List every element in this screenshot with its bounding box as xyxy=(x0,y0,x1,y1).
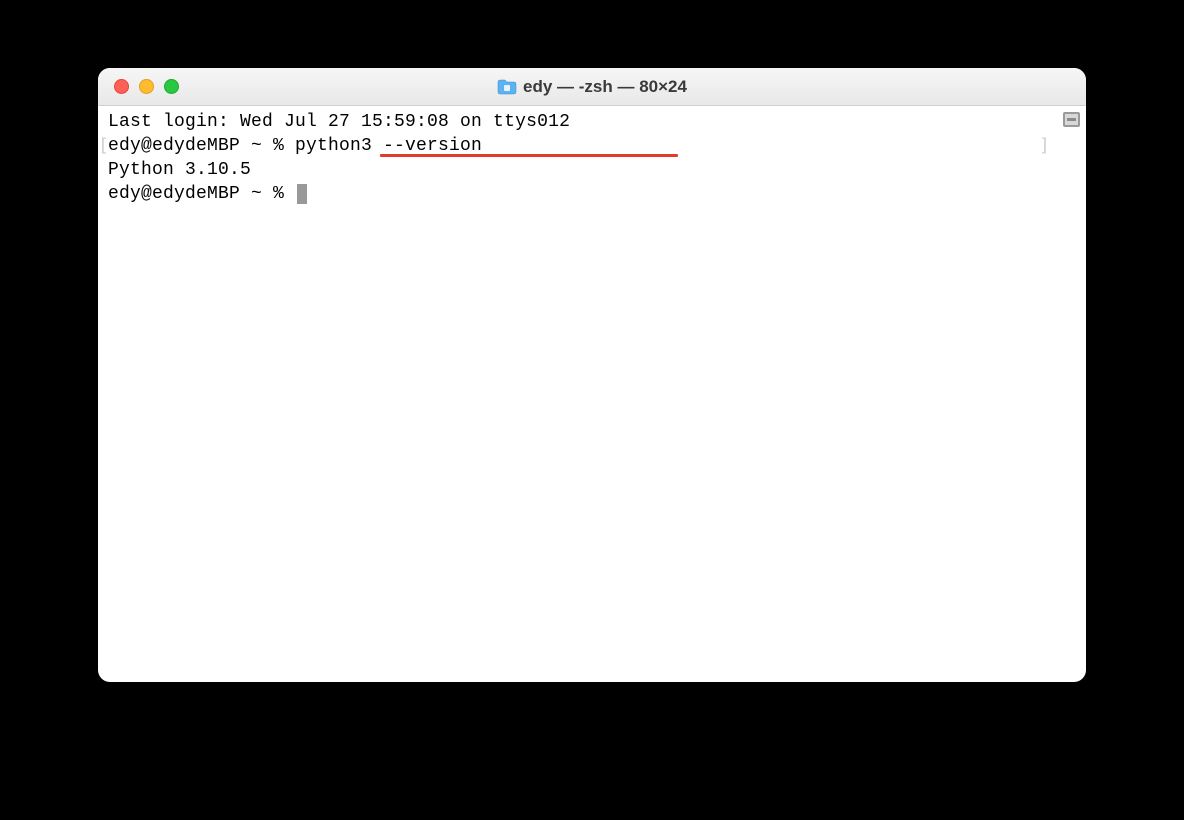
terminal-window: edy — -zsh — 80×24 [ ] Last login: Wed J… xyxy=(98,68,1086,682)
traffic-lights xyxy=(98,79,179,94)
command-line-2: edy@edydeMBP ~ % xyxy=(108,182,1076,206)
output-line-1: Python 3.10.5 xyxy=(108,158,1076,182)
cursor xyxy=(297,184,307,204)
close-button[interactable] xyxy=(114,79,129,94)
terminal-body[interactable]: [ ] Last login: Wed Jul 27 15:59:08 on t… xyxy=(98,106,1086,682)
prompt-2: edy@edydeMBP ~ % xyxy=(108,184,295,204)
prompt-1: edy@edydeMBP ~ % xyxy=(108,136,295,156)
window-title: edy — -zsh — 80×24 xyxy=(523,77,687,97)
last-login-line: Last login: Wed Jul 27 15:59:08 on ttys0… xyxy=(108,110,1076,134)
command-1: python3 --version xyxy=(295,136,482,156)
maximize-button[interactable] xyxy=(164,79,179,94)
minimize-button[interactable] xyxy=(139,79,154,94)
annotation-underline xyxy=(380,154,678,157)
folder-icon xyxy=(497,79,517,95)
title-bar: edy — -zsh — 80×24 xyxy=(98,68,1086,106)
window-title-container: edy — -zsh — 80×24 xyxy=(98,77,1086,97)
